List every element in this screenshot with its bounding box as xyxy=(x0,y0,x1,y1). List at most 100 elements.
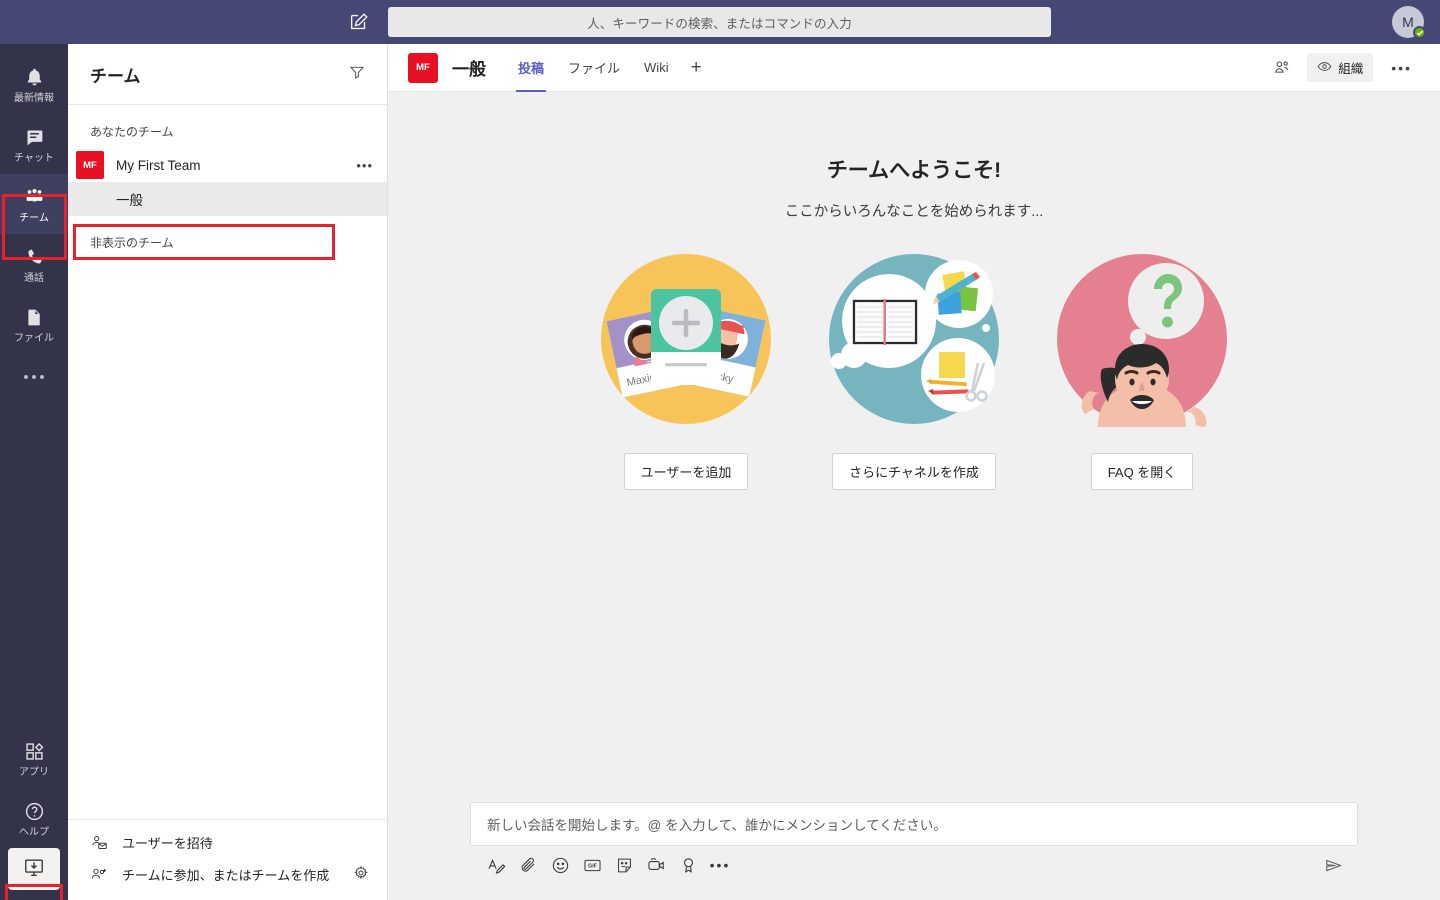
format-text-icon[interactable] xyxy=(480,849,512,881)
teams-left-panel: チーム あなたのチーム MF My First Team ••• 一般 非表示の… xyxy=(68,44,388,900)
channel-tabs: 投稿 ファイル Wiki + xyxy=(506,44,712,92)
organization-button-label: 組織 xyxy=(1338,62,1364,76)
welcome-card-add-people: Maxine Ricky xyxy=(598,251,774,490)
add-tab-button[interactable]: + xyxy=(681,44,712,92)
invite-user-icon xyxy=(90,834,108,851)
rail-bottom: アプリ ヘルプ xyxy=(0,728,68,900)
rail-item-activity[interactable]: 最新情報 xyxy=(0,54,68,114)
welcome-title: チームへようこそ! xyxy=(826,159,1002,182)
join-create-team-label: チームに参加、またはチームを作成 xyxy=(122,867,330,883)
rail-item-apps[interactable]: アプリ xyxy=(0,728,68,788)
create-channels-illustration xyxy=(826,251,1002,427)
attach-file-icon[interactable] xyxy=(512,849,544,881)
welcome-card-open-faq: FAQ を開く xyxy=(1054,251,1230,490)
gear-icon[interactable] xyxy=(353,865,369,884)
open-faq-illustration xyxy=(1054,251,1230,428)
join-or-create-team-button[interactable]: チームに参加、またはチームを作成 xyxy=(68,858,387,890)
rail-item-label: 最新情報 xyxy=(14,92,54,104)
compose-area: 新しい会話を開始します。@ を入力して、誰かにメンションしてください。 GIF … xyxy=(388,802,1440,900)
organization-button[interactable]: 組織 xyxy=(1307,53,1374,82)
rail-item-chat[interactable]: チャット xyxy=(0,114,68,174)
phone-icon xyxy=(24,245,45,271)
praise-icon[interactable] xyxy=(672,849,704,881)
rail-item-label: 通話 xyxy=(24,272,44,284)
welcome-subtitle: ここからいろんなことを始められます... xyxy=(784,204,1044,220)
tab-posts[interactable]: 投稿 xyxy=(506,44,556,92)
open-faq-button[interactable]: FAQ を開く xyxy=(1090,453,1194,490)
download-desktop-app-button[interactable] xyxy=(8,848,60,890)
rail-item-help[interactable]: ヘルプ xyxy=(0,788,68,848)
welcome-cards: Maxine Ricky xyxy=(598,251,1230,490)
rail-item-teams[interactable]: チーム xyxy=(0,174,68,234)
tab-files[interactable]: ファイル xyxy=(556,44,632,92)
channel-more-options-button[interactable]: ••• xyxy=(1379,60,1420,76)
channel-header: MF 一般 投稿 ファイル Wiki + 組織 ••• xyxy=(388,44,1440,92)
dot xyxy=(24,375,28,379)
rail-item-calls[interactable]: 通話 xyxy=(0,234,68,294)
team-row-my-first-team[interactable]: MF My First Team ••• xyxy=(68,148,387,182)
rail-item-label: チャット xyxy=(14,152,54,164)
add-people-button[interactable]: ユーザーを追加 xyxy=(623,453,749,490)
compose-pencil-icon[interactable] xyxy=(348,11,370,33)
emoji-icon[interactable] xyxy=(544,849,576,881)
meet-now-icon[interactable] xyxy=(640,849,672,881)
bell-icon xyxy=(24,65,45,91)
add-people-illustration: Maxine Ricky xyxy=(598,251,774,427)
apps-icon xyxy=(24,739,45,765)
svg-text:GIF: GIF xyxy=(588,863,597,869)
teams-panel-header: チーム xyxy=(68,44,387,104)
welcome-area: チームへようこそ! ここからいろんなことを始められます... Maxine ユー… xyxy=(388,92,1440,802)
teams-list: あなたのチーム MF My First Team ••• 一般 非表示のチーム xyxy=(68,105,387,819)
search-input[interactable]: 人、キーワードの検索、またはコマンドの入力 xyxy=(388,7,1051,37)
top-bar: 人、キーワードの検索、またはコマンドの入力 M xyxy=(0,0,1440,44)
rail-item-label: チーム xyxy=(19,212,49,224)
hidden-teams-label: 非表示のチーム xyxy=(90,236,174,250)
rail-item-label: ヘルプ xyxy=(19,826,49,838)
channel-title: 一般 xyxy=(452,60,486,79)
invite-user-button[interactable]: ユーザーを招待 xyxy=(68,826,387,858)
compose-box: 新しい会話を開始します。@ を入力して、誰かにメンションしてください。 xyxy=(470,802,1358,846)
eye-icon xyxy=(1317,59,1332,77)
invite-user-label: ユーザーを招待 xyxy=(122,835,213,851)
file-icon xyxy=(24,305,45,331)
channel-row-general[interactable]: 一般 xyxy=(68,182,387,216)
tab-wiki[interactable]: Wiki xyxy=(632,44,681,92)
teams-icon xyxy=(24,185,45,211)
chat-icon xyxy=(24,125,45,151)
app-rail: 最新情報 チャット チーム 通話 ファイル アプリ ヘルプ xyxy=(0,44,68,900)
sticker-icon[interactable] xyxy=(608,849,640,881)
more-options-icon[interactable]: ••• xyxy=(704,849,736,881)
rail-more-button[interactable] xyxy=(0,354,68,400)
top-bar-right: M xyxy=(1376,0,1440,44)
download-desktop-app-icon xyxy=(23,856,45,883)
message-placeholder: 新しい会話を開始します。@ を入力して、誰かにメンションしてください。 xyxy=(487,818,947,833)
send-icon[interactable] xyxy=(1316,849,1350,881)
page-title: チーム xyxy=(90,66,141,86)
help-icon xyxy=(24,799,45,825)
dot xyxy=(40,375,44,379)
compose-toolbar: GIF ••• xyxy=(470,846,1358,884)
people-icon[interactable] xyxy=(1263,59,1301,77)
message-input[interactable]: 新しい会話を開始します。@ を入力して、誰かにメンションしてください。 xyxy=(471,803,1357,845)
search-placeholder: 人、キーワードの検索、またはコマンドの入力 xyxy=(587,16,852,31)
channel-name: 一般 xyxy=(116,193,143,208)
team-name: My First Team xyxy=(116,157,201,173)
gif-icon[interactable]: GIF xyxy=(576,849,608,881)
join-create-team-icon xyxy=(90,866,108,883)
dot xyxy=(32,375,36,379)
channel-team-avatar: MF xyxy=(408,52,438,83)
rail-item-files[interactable]: ファイル xyxy=(0,294,68,354)
top-bar-left xyxy=(0,11,388,33)
presence-available-icon xyxy=(1413,26,1426,39)
app-body: 最新情報 チャット チーム 通話 ファイル アプリ ヘルプ チーム あなたのチー… xyxy=(0,44,1440,900)
teams-panel-footer: ユーザーを招待 チームに参加、またはチームを作成 xyxy=(68,819,387,900)
avatar[interactable]: M xyxy=(1392,6,1426,39)
teams-app-window: 人、キーワードの検索、またはコマンドの入力 M 最新情報 チャット チーム 通話… xyxy=(0,0,1440,900)
main-content: MF 一般 投稿 ファイル Wiki + 組織 ••• チームへようこそ! ここ… xyxy=(388,44,1440,900)
team-more-options-button[interactable]: ••• xyxy=(356,159,373,172)
welcome-card-create-channels: さらにチャネルを作成 xyxy=(826,251,1002,490)
rail-item-label: アプリ xyxy=(19,766,49,778)
create-channels-button[interactable]: さらにチャネルを作成 xyxy=(832,453,996,490)
filter-icon[interactable] xyxy=(349,64,365,85)
your-teams-label: あなたのチーム xyxy=(90,125,174,139)
